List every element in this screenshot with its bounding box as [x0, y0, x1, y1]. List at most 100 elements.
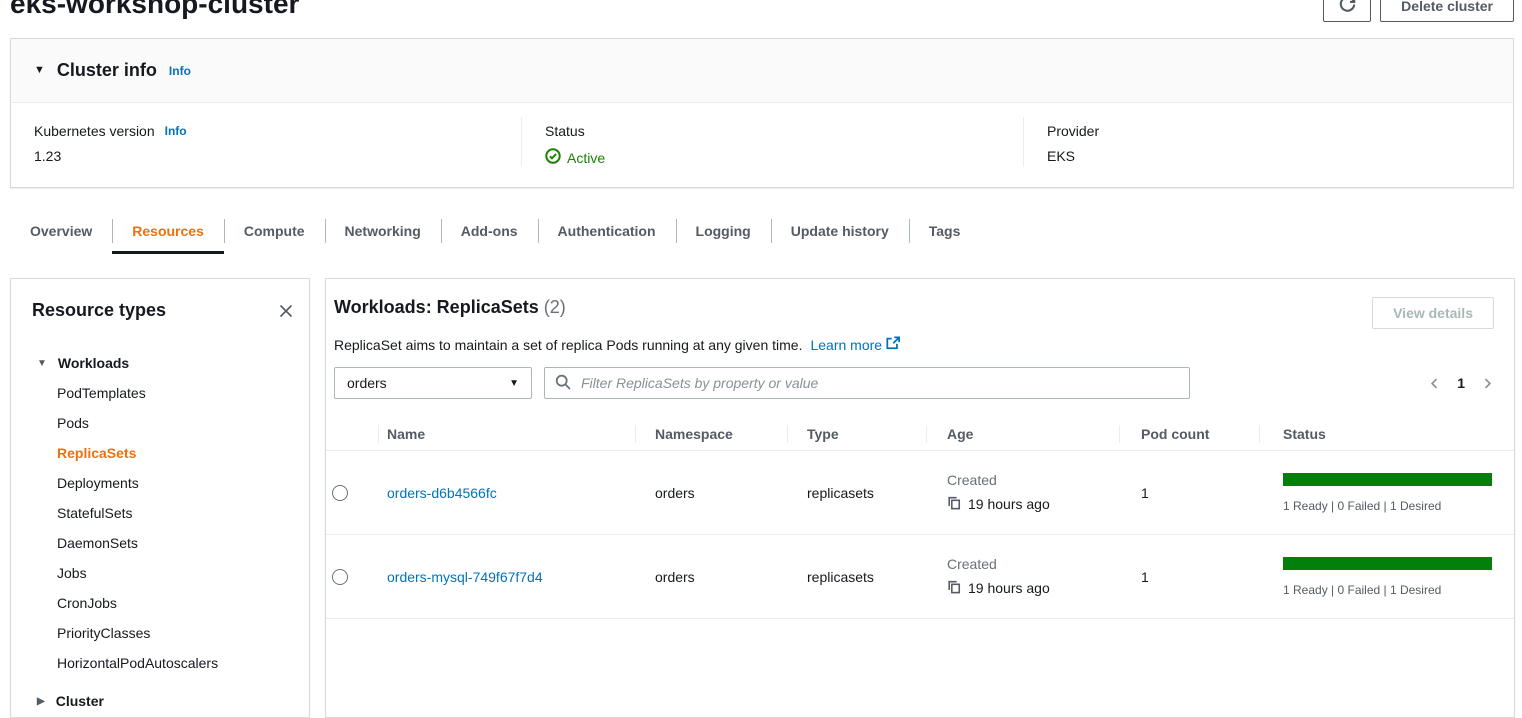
page-header: eks-workshop-cluster Delete cluster — [10, 0, 1514, 28]
sidebar-item-statefulsets[interactable]: StatefulSets — [11, 498, 309, 528]
cell-age: Created 19 hours ago — [926, 556, 1119, 597]
tab-overview[interactable]: Overview — [10, 210, 112, 254]
previous-page-button[interactable] — [1428, 377, 1441, 390]
tab-authentication[interactable]: Authentication — [538, 210, 676, 254]
cluster-info-info-link[interactable]: Info — [169, 64, 191, 78]
kubernetes-version-label: Kubernetes version — [34, 123, 155, 139]
status-bar — [1283, 557, 1492, 570]
current-page[interactable]: 1 — [1457, 375, 1465, 391]
chevron-right-icon — [1481, 378, 1494, 393]
kubernetes-version-field: Kubernetes version Info 1.23 — [11, 117, 521, 167]
status-bar — [1283, 473, 1492, 486]
cell-type: replicasets — [787, 569, 926, 585]
cell-pod-count: 1 — [1119, 485, 1259, 501]
close-icon — [278, 307, 294, 322]
replicasets-count: (2) — [544, 297, 566, 317]
sidebar-item-cronjobs[interactable]: CronJobs — [11, 588, 309, 618]
delete-cluster-button[interactable]: Delete cluster — [1380, 0, 1514, 22]
replicasets-header: Workloads: ReplicaSets (2) View details — [326, 279, 1514, 329]
chevron-down-icon: ▼ — [37, 358, 47, 369]
tab-networking[interactable]: Networking — [325, 210, 441, 254]
table-row: orders-mysql-749f67f7d4 orders replicase… — [326, 535, 1514, 619]
row-radio-button[interactable] — [332, 569, 348, 585]
cluster-info-title: Cluster info — [57, 60, 157, 81]
copy-icon[interactable] — [947, 579, 961, 597]
learn-more-link[interactable]: Learn more — [810, 336, 900, 353]
column-header-status: Status — [1259, 426, 1514, 442]
column-header-type: Type — [787, 426, 926, 442]
table-header-row: Name Namespace Type Age Pod count Status — [326, 417, 1514, 451]
chevron-right-icon: ▶ — [37, 696, 45, 707]
filter-toolbar: orders ▼ 1 — [326, 353, 1514, 399]
external-link-icon — [886, 336, 900, 353]
tab-add-ons[interactable]: Add-ons — [441, 210, 538, 254]
status-summary: 1 Ready | 0 Failed | 1 Desired — [1283, 583, 1492, 597]
cluster-tabs: Overview Resources Compute Networking Ad… — [10, 210, 980, 254]
tab-update-history[interactable]: Update history — [771, 210, 909, 254]
namespace-filter-dropdown[interactable]: orders ▼ — [334, 367, 532, 399]
cell-status: 1 Ready | 0 Failed | 1 Desired — [1259, 557, 1514, 597]
chevron-down-icon: ▼ — [34, 65, 45, 76]
tab-logging[interactable]: Logging — [676, 210, 771, 254]
kubernetes-version-info-link[interactable]: Info — [165, 124, 187, 138]
replicaset-name-link[interactable]: orders-mysql-749f67f7d4 — [387, 569, 543, 585]
column-header-name: Name — [378, 426, 635, 442]
replicasets-title: Workloads: ReplicaSets (2) — [334, 297, 566, 318]
replicasets-table: Name Namespace Type Age Pod count Status… — [326, 417, 1514, 619]
cell-status: 1 Ready | 0 Failed | 1 Desired — [1259, 473, 1514, 513]
cluster-info-body: Kubernetes version Info 1.23 Status Acti… — [11, 103, 1513, 167]
cell-age: Created 19 hours ago — [926, 472, 1119, 513]
page-title: eks-workshop-cluster — [10, 0, 299, 20]
close-button[interactable] — [278, 303, 294, 319]
cell-pod-count: 1 — [1119, 569, 1259, 585]
resource-types-title: Resource types — [32, 300, 166, 321]
sidebar-item-deployments[interactable]: Deployments — [11, 468, 309, 498]
tree-group-cluster[interactable]: ▶ Cluster — [11, 686, 309, 716]
search-input[interactable] — [579, 374, 1179, 392]
sidebar-item-replicasets[interactable]: ReplicaSets — [11, 438, 309, 468]
refresh-icon — [1339, 0, 1356, 16]
search-icon — [555, 374, 571, 393]
refresh-button[interactable] — [1323, 0, 1371, 22]
provider-field: Provider EKS — [1023, 117, 1513, 167]
copy-icon[interactable] — [947, 495, 961, 513]
cluster-info-panel: ▼ Cluster info Info Kubernetes version I… — [10, 38, 1514, 188]
status-value: Active — [545, 148, 1023, 167]
next-page-button[interactable] — [1481, 377, 1494, 390]
replicasets-description: ReplicaSet aims to maintain a set of rep… — [326, 329, 1514, 353]
cell-type: replicasets — [787, 485, 926, 501]
provider-value: EKS — [1047, 148, 1513, 164]
status-field: Status Active — [521, 117, 1023, 167]
status-summary: 1 Ready | 0 Failed | 1 Desired — [1283, 499, 1492, 513]
resource-types-panel: Resource types ▼ Workloads PodTemplates … — [10, 278, 310, 718]
sidebar-item-jobs[interactable]: Jobs — [11, 558, 309, 588]
replicasets-search — [544, 367, 1190, 399]
provider-label: Provider — [1047, 123, 1513, 139]
pagination: 1 — [1428, 375, 1494, 391]
replicaset-name-link[interactable]: orders-d6b4566fc — [387, 485, 497, 501]
kubernetes-version-value: 1.23 — [34, 148, 521, 164]
tab-tags[interactable]: Tags — [909, 210, 981, 254]
column-header-pod-count: Pod count — [1119, 426, 1259, 442]
cell-namespace: orders — [635, 569, 787, 585]
cluster-info-toggle[interactable]: ▼ Cluster info Info — [11, 39, 1513, 103]
sidebar-item-daemonsets[interactable]: DaemonSets — [11, 528, 309, 558]
sidebar-item-pods[interactable]: Pods — [11, 408, 309, 438]
table-row: orders-d6b4566fc orders replicasets Crea… — [326, 451, 1514, 535]
status-label: Status — [545, 123, 1023, 139]
cell-namespace: orders — [635, 485, 787, 501]
sidebar-item-horizontalpodautoscalers[interactable]: HorizontalPodAutoscalers — [11, 648, 309, 678]
dropdown-value: orders — [347, 375, 387, 391]
row-radio-button[interactable] — [332, 485, 348, 501]
resource-types-header: Resource types — [11, 279, 309, 321]
sidebar-item-podtemplates[interactable]: PodTemplates — [11, 378, 309, 408]
sidebar-item-priorityclasses[interactable]: PriorityClasses — [11, 618, 309, 648]
status-text: Active — [567, 150, 605, 166]
tab-compute[interactable]: Compute — [224, 210, 325, 254]
tab-resources[interactable]: Resources — [112, 210, 224, 254]
tree-group-workloads[interactable]: ▼ Workloads — [11, 348, 309, 378]
column-header-age: Age — [926, 426, 1119, 442]
view-details-button[interactable]: View details — [1372, 297, 1494, 329]
resource-types-tree: ▼ Workloads PodTemplates Pods ReplicaSet… — [11, 348, 309, 716]
chevron-down-icon: ▼ — [509, 378, 519, 389]
